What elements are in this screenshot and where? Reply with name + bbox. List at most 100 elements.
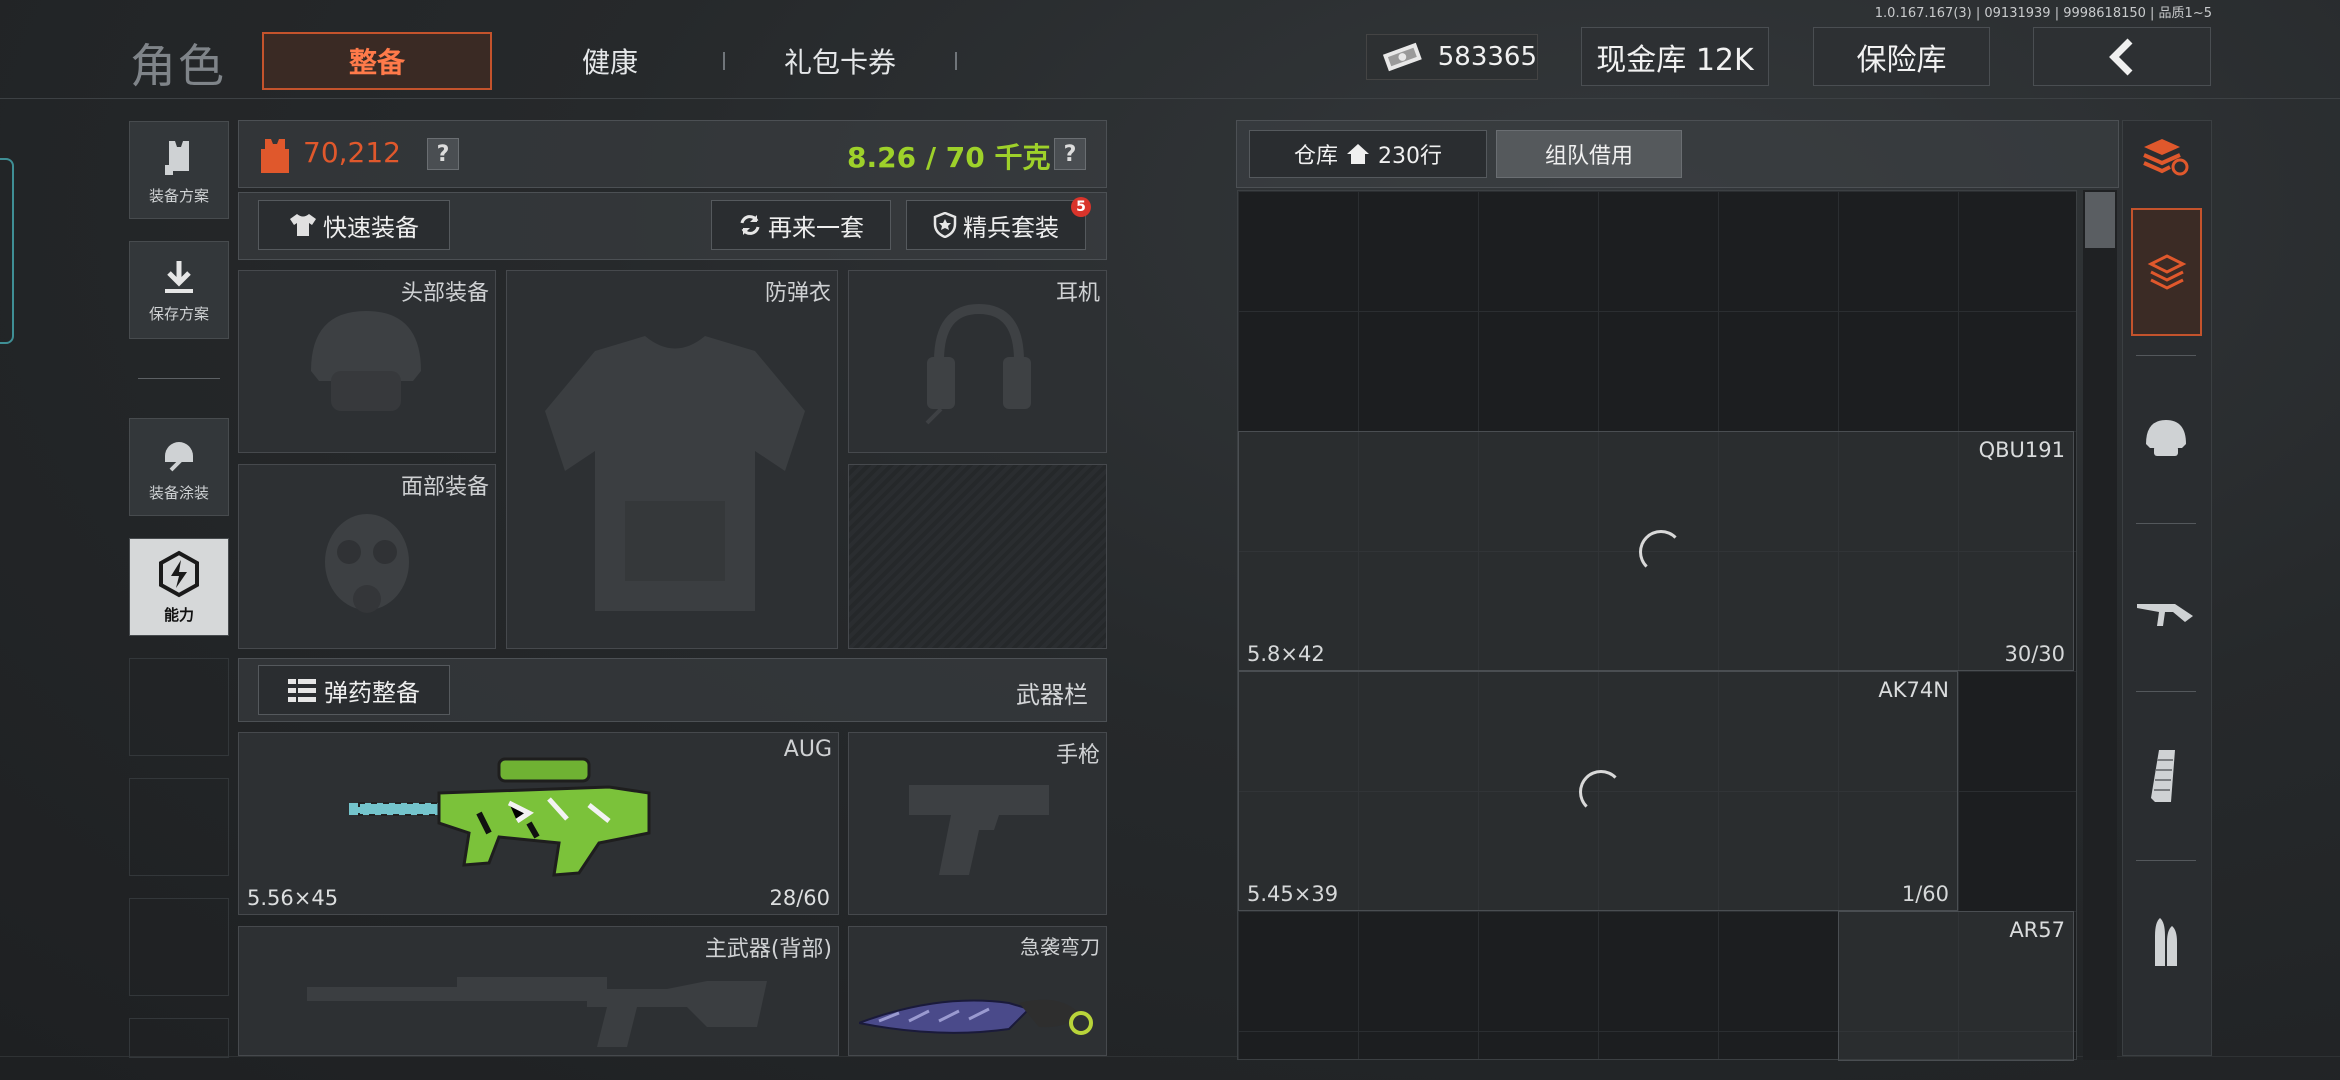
category-divider [2136,691,2196,692]
warehouse-scrollbar-track[interactable] [2083,190,2117,1060]
equipment-value: 70,212 [303,136,401,169]
warehouse-grid[interactable]: QBU191 5.8×42 30/30 AK74N 5.45×39 1/60 A… [1237,190,2077,1061]
helmet-icon [2146,420,2186,456]
back-button[interactable] [2033,27,2211,86]
rail-loadout-plans[interactable]: 装备方案 [129,121,229,219]
safe-vault-button[interactable]: 保险库 [1813,27,1990,86]
tab-team-borrow[interactable]: 组队借用 [1496,130,1682,178]
home-icon [1347,144,1369,164]
slot-vest[interactable]: 防弹衣 [506,270,838,649]
magazine-icon [2151,750,2175,802]
warehouse-scrollbar-thumb[interactable] [2085,192,2115,248]
weapon-bar-label: 武器栏 [1016,681,1088,709]
vest-plan-icon [165,140,189,175]
download-icon [165,260,193,293]
quick-equip-button[interactable]: 快速装备 [258,200,450,250]
slot-label: 耳机 [1055,281,1100,306]
layers-icon [2147,254,2186,290]
category-all[interactable] [2131,208,2202,336]
rail-label: 能力 [163,605,194,624]
rail-empty-slot[interactable] [129,658,229,756]
category-magazine[interactable] [2122,738,2208,814]
category-helmet[interactable] [2122,400,2208,476]
item-name: AR57 [2009,918,2065,942]
tab-storage[interactable]: 仓库 230行 [1249,130,1487,178]
weapon-ammo: 28/60 [769,886,830,910]
rail-empty-slot[interactable] [129,898,229,996]
rail-divider [138,378,220,379]
loading-spinner-icon [1579,770,1623,814]
backpack-value-icon [261,139,289,173]
bullet-icon [2155,918,2177,966]
loading-spinner-icon [1639,530,1683,574]
shirt-icon [290,214,316,236]
slot-back-weapon[interactable]: 主武器(背部) [238,926,839,1056]
category-ammo[interactable] [2122,906,2208,982]
tab-separator [723,52,725,70]
weight-help-icon[interactable]: ? [1054,138,1086,170]
headset-icon [925,303,1031,425]
rail-ability[interactable]: 能力 [129,538,229,636]
tab-separator [955,52,957,70]
category-divider [2136,523,2196,524]
warehouse-item[interactable]: AR57 [1838,911,2074,1061]
rail-equip-skin[interactable]: 装备涂装 [129,418,229,516]
item-caliber: 5.45×39 [1247,882,1339,906]
ammo-setup-button[interactable]: 弹药整备 [258,665,450,715]
version-text: 1.0.167.167(3) | 09131939 | 9998618150 |… [1874,6,2212,21]
item-ammo: 30/30 [2004,642,2065,666]
slot-head[interactable]: 头部装备 [238,270,496,453]
layers-refresh-icon [2143,139,2189,176]
again-button[interactable]: 再来一套 [711,200,891,250]
karambit-knife-icon [859,999,1093,1035]
side-drawer-handle[interactable] [0,158,14,344]
storage-rows: 230行 [1378,144,1442,169]
rail-empty-slot[interactable] [129,1018,229,1058]
rail-label: 装备涂装 [148,483,209,502]
slot-primary-weapon[interactable]: AUG 5.56×45 28/60 [238,732,839,915]
item-name: AK74N [1878,678,1949,702]
lightning-hex-icon [159,550,199,597]
vest-icon [545,336,805,611]
slot-label: 手枪 [1055,743,1100,768]
pistol-icon [909,785,1049,875]
slot-knife[interactable]: 急袭弯刀 [848,926,1107,1056]
rail-save-plan[interactable]: 保存方案 [129,241,229,339]
weapon-caliber: 5.56×45 [247,886,339,910]
cash-vault-button[interactable]: 现金库 12K [1581,27,1769,86]
weapon-name: AUG [783,737,832,762]
money-value: 583365 [1437,42,1537,72]
item-name: QBU191 [1978,438,2065,462]
rail-empty-slot[interactable] [129,778,229,876]
slot-pistol[interactable]: 手枪 [848,732,1107,915]
slot-label: 主武器(背部) [704,937,832,962]
elite-set-label: 精兵套装 [963,213,1059,242]
tab-equip[interactable]: 整备 [262,32,492,90]
category-divider [2136,860,2196,861]
warehouse-item[interactable]: AK74N 5.45×39 1/60 [1238,671,1958,911]
slot-label: 急袭弯刀 [1020,935,1100,959]
refresh-icon [740,215,760,235]
equipment-summary-bar: 70,212 ? 8.26 / 70 千克 ? [238,120,1107,188]
elite-set-button[interactable]: 精兵套装 [906,200,1086,250]
shield-icon [933,212,957,238]
value-help-icon[interactable]: ? [427,138,459,170]
slot-face[interactable]: 面部装备 [238,464,496,649]
rail-label: 装备方案 [148,186,209,205]
category-rifle[interactable] [2122,570,2208,646]
slot-earphone[interactable]: 耳机 [848,270,1107,453]
tab-gift-coupons[interactable]: 礼包卡券 [760,32,920,90]
rifle-silhouette-icon [307,977,767,1047]
helmet-brush-icon [165,441,193,471]
quick-equip-label: 快速装备 [323,213,419,242]
rail-label: 保存方案 [148,304,209,323]
slot-label: 防弹衣 [764,281,831,306]
ammo-setup-label: 弹药整备 [324,678,420,707]
helmet-icon [311,311,421,411]
rifle-icon [2137,604,2193,626]
warehouse-item[interactable]: QBU191 5.8×42 30/30 [1238,431,2074,671]
category-sort[interactable] [2122,124,2208,186]
gas-mask-icon [325,514,409,613]
tab-health[interactable]: 健康 [540,32,680,90]
elite-set-badge: 5 [1071,197,1091,217]
